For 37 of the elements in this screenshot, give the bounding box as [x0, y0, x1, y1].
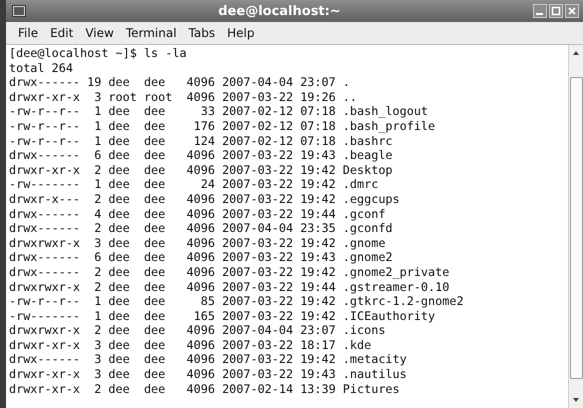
- terminal-line: drwxr-xr-x 3 dee dee 4096 2007-03-22 19:43 .nautilus: [9, 367, 408, 382]
- maximize-icon[interactable]: [549, 4, 563, 18]
- window-title: dee@localhost:~: [217, 4, 342, 18]
- terminal-line: drwx------ 2 dee dee 4096 2007-03-22 19:42 .gnome2_private: [9, 264, 450, 280]
- terminal-line: [dee@localhost ~]$ ls -la: [9, 46, 188, 61]
- terminal-line: total 264: [9, 60, 74, 76]
- terminal-line: drwxr-xr-x 2 dee dee 4096 2007-03-22 19:42 Desktop: [9, 162, 394, 178]
- terminal-line: drwx------ 6 dee dee 4096 2007-03-22 19:43 .gnome2: [9, 250, 394, 265]
- terminal-line: -rw-r--r-- 1 dee dee 124 2007-02-12 07:18 .bashrc: [9, 134, 394, 148]
- menu-item[interactable]: File: [12, 24, 44, 42]
- terminal-line: drwx------ 6 dee dee 4096 2007-03-22 19:43 .beagle: [9, 148, 394, 163]
- terminal-line: drwxr-x--- 2 dee dee 4096 2007-03-22 19:42 .eggcups: [9, 192, 401, 207]
- minimize-icon[interactable]: [533, 4, 547, 18]
- terminal-line: drwxr-xr-x 3 dee dee 4096 2007-03-22 18:17 .kde: [9, 338, 372, 352]
- menu-item[interactable]: Tabs: [182, 24, 222, 42]
- menu-item[interactable]: Terminal: [120, 24, 183, 42]
- scrollbar[interactable]: [568, 45, 583, 408]
- terminal-line: drwxr-xr-x 2 dee dee 4096 2007-02-14 13:39 Pictures: [9, 382, 401, 396]
- terminal-line: drwx------ 3 dee dee 4096 2007-03-22 19:42 .metacity: [9, 352, 408, 368]
- scroll-thumb[interactable]: [570, 76, 582, 378]
- menu-item[interactable]: Edit: [44, 24, 80, 42]
- terminal-line: -rw------- 1 dee dee 165 2007-03-22 19:42 .ICEauthority: [9, 308, 436, 324]
- terminal-line: -rw-r--r-- 1 dee dee 33 2007-02-12 07:18 .bash_logout: [9, 104, 430, 119]
- terminal-icon: [12, 5, 26, 17]
- terminal-line: drwx------ 2 dee dee 4096 2007-04-04 23:35 .gconfd: [9, 221, 394, 236]
- terminal-line: -rw-r--r-- 1 dee dee 176 2007-02-12 07:18 .bash_profile: [9, 118, 436, 134]
- terminal-line: drwx------ 4 dee dee 4096 2007-03-22 19:44 .gconf: [9, 206, 386, 222]
- terminal-line: drwxrwxr-x 2 dee dee 4096 2007-04-04 23:07 .icons: [9, 323, 386, 338]
- terminal-line: drwxrwxr-x 3 dee dee 4096 2007-03-22 19:42 .gnome: [9, 236, 386, 250]
- menu-item[interactable]: View: [79, 24, 120, 42]
- terminal-line: -rw------- 1 dee dee 24 2007-03-22 19:42 .dmrc: [9, 177, 380, 192]
- close-icon[interactable]: [565, 4, 579, 18]
- menu-item[interactable]: Help: [221, 24, 260, 42]
- terminal-line: drwxr-xr-x 3 root root 4096 2007-03-22 19:26 ..: [9, 90, 358, 104]
- terminal-line: -rw-r--r-- 1 dee dee 85 2007-03-22 19:42 .gtkrc-1.2-gnome2: [9, 294, 465, 309]
- terminal-line: drwx------ 19 dee dee 4096 2007-04-04 23:07 .: [9, 75, 351, 90]
- terminal-line: drwxrwxr-x 2 dee dee 4096 2007-03-22 19:44 .gstreamer-0.10: [9, 280, 450, 294]
